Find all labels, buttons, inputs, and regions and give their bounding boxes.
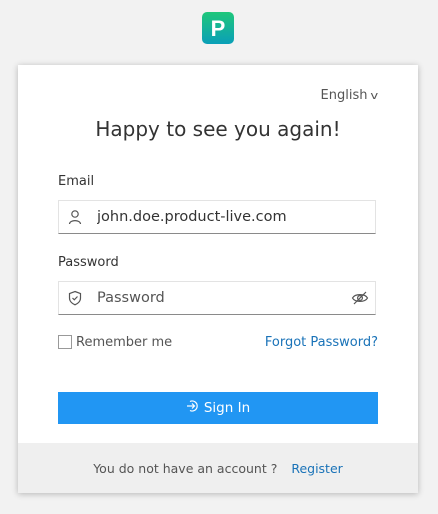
- language-selector[interactable]: English v: [320, 88, 379, 103]
- password-label: Password: [58, 255, 119, 270]
- page-title: Happy to see you again!: [95, 117, 341, 141]
- remember-me[interactable]: Remember me: [58, 335, 172, 350]
- user-icon: [67, 209, 83, 225]
- app-logo: P: [202, 12, 234, 44]
- no-account-text: You do not have an account ?: [93, 460, 278, 476]
- email-label: Email: [58, 174, 95, 189]
- remember-me-checkbox[interactable]: [58, 335, 72, 349]
- shield-icon: [67, 290, 83, 306]
- sign-in-icon: [186, 399, 200, 417]
- forgot-password-link[interactable]: Forgot Password?: [265, 335, 378, 350]
- login-card: Englishv Happy to see you again! Email P…: [18, 65, 418, 493]
- email-input[interactable]: [97, 201, 337, 233]
- email-field[interactable]: [58, 200, 376, 234]
- card-footer: You do not have an account ? Register: [18, 443, 418, 493]
- language-label: English: [320, 88, 368, 103]
- password-field[interactable]: [58, 281, 376, 315]
- chevron-down-icon: v: [370, 89, 379, 102]
- eye-slash-icon[interactable]: [351, 290, 369, 306]
- sign-in-button[interactable]: Sign In: [58, 392, 378, 424]
- logo-icon: P: [202, 12, 234, 44]
- logo-letter: P: [211, 16, 226, 41]
- register-link[interactable]: Register: [291, 461, 342, 476]
- remember-me-label: Remember me: [76, 335, 173, 350]
- password-input[interactable]: [97, 282, 337, 314]
- sign-in-label: Sign In: [203, 400, 251, 416]
